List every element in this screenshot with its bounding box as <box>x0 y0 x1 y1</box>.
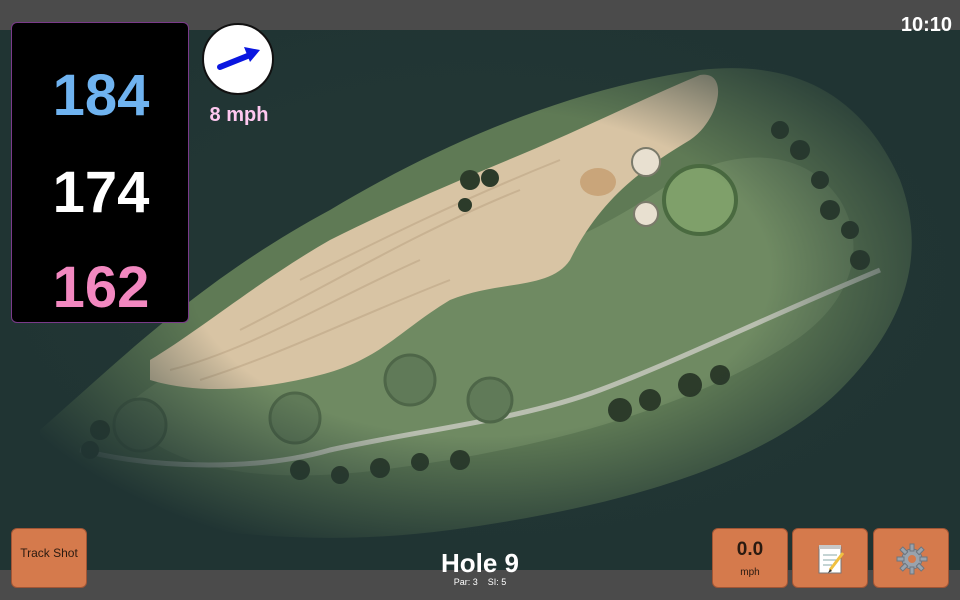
notepad-icon <box>818 545 845 574</box>
hole-title: Hole 9 <box>440 548 520 578</box>
back-distance: 184 <box>52 63 150 128</box>
speed-button[interactable]: 0.0 mph <box>712 528 788 588</box>
wind-direction-dial <box>202 23 274 95</box>
si-label: SI: 5 <box>487 577 507 587</box>
clock: 10:10 <box>900 14 952 36</box>
speed-unit: mph <box>740 567 760 578</box>
front-distance: 162 <box>52 255 150 320</box>
middle-distance: 174 <box>52 160 150 225</box>
arrow-icon <box>217 47 260 70</box>
gear-icon <box>896 543 928 575</box>
track-shot-button[interactable]: Track Shot <box>11 528 87 588</box>
settings-button[interactable] <box>873 528 949 588</box>
hole-info: Par: 3 SI: 5 <box>380 577 580 587</box>
speed-value: 0.0 <box>736 539 764 560</box>
wind-speed-label: 8 mph <box>209 104 269 126</box>
notes-button[interactable] <box>792 528 868 588</box>
distance-panel: 184 174 162 <box>11 22 189 323</box>
par-label: Par: 3 <box>453 577 478 587</box>
